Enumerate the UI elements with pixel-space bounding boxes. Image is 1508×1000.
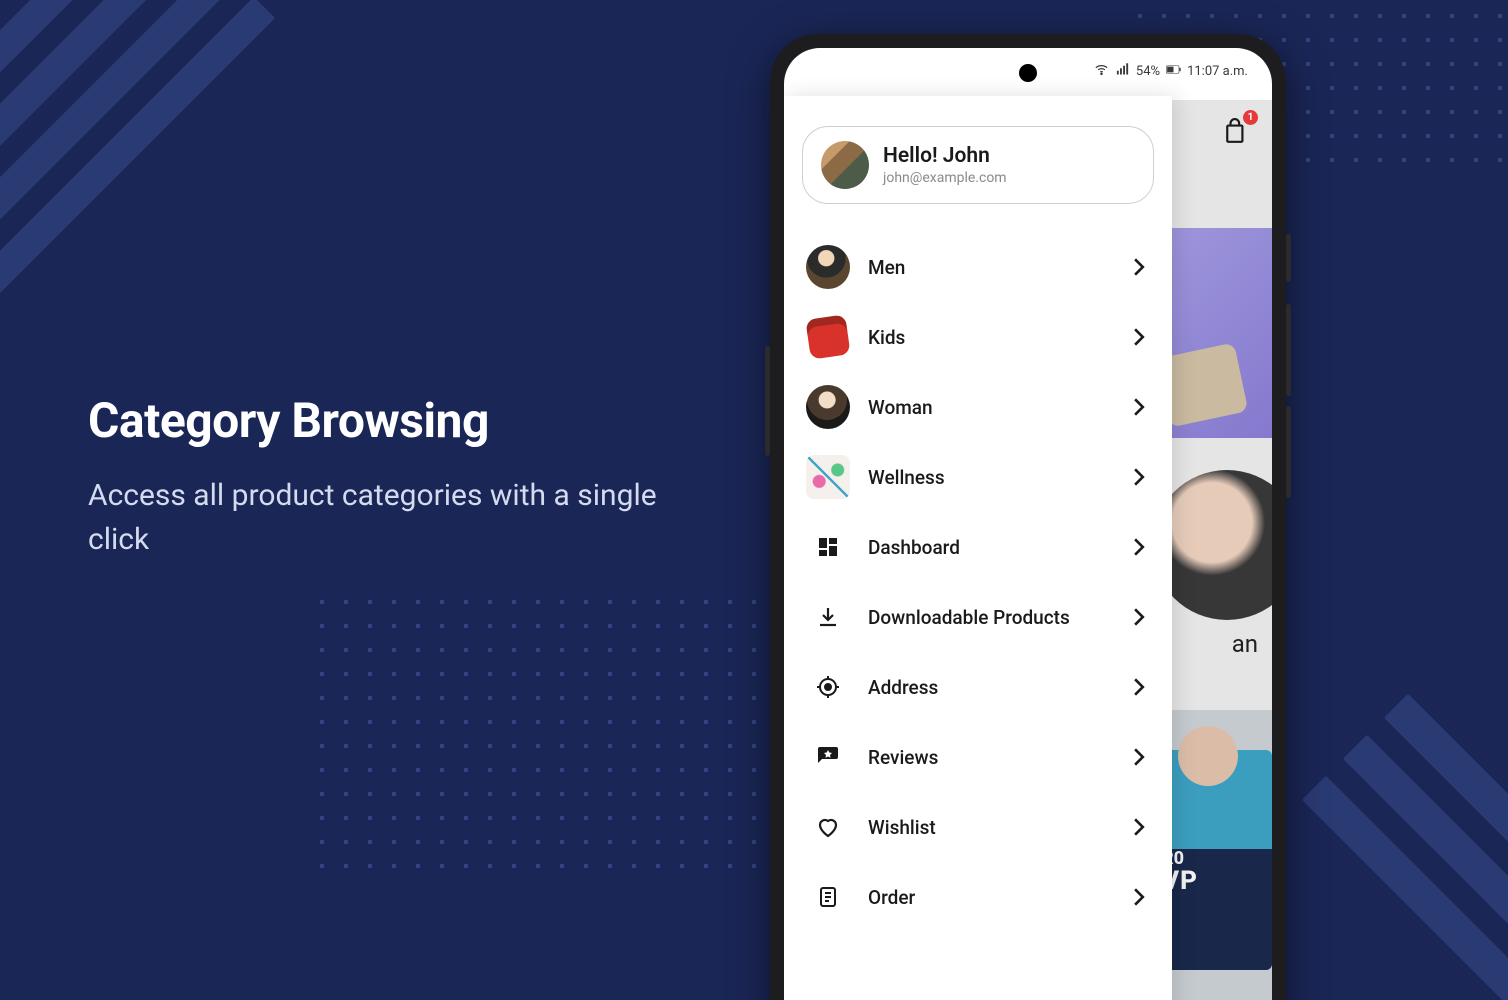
user-card[interactable]: Hello! John john@example.com (802, 126, 1154, 204)
promo-subheading: Access all product categories with a sin… (88, 474, 668, 561)
menu-label: Address (868, 676, 1110, 699)
category-label: an (1232, 630, 1258, 658)
cart-badge: 1 (1243, 110, 1258, 125)
avatar (821, 141, 869, 189)
menu-label: Reviews (868, 746, 1110, 769)
battery-percent: 54% (1136, 64, 1160, 79)
category-men[interactable]: Men (794, 232, 1162, 302)
nav-reviews[interactable]: Reviews (794, 722, 1162, 792)
heart-icon (806, 805, 850, 849)
wellness-thumb-icon (806, 455, 850, 499)
chevron-right-icon (1128, 886, 1150, 908)
men-thumb-icon (806, 245, 850, 289)
menu-label: Men (868, 256, 1110, 279)
menu-label: Woman (868, 396, 1110, 419)
decorative-stripes (0, 0, 367, 407)
signal-icon (1115, 62, 1130, 81)
promo-heading: Category Browsing (88, 392, 489, 449)
dashboard-icon (806, 525, 850, 569)
chevron-right-icon (1128, 676, 1150, 698)
kids-thumb-icon (806, 315, 850, 359)
order-icon (806, 875, 850, 919)
camera-hole (1019, 64, 1037, 82)
nav-downloads[interactable]: Downloadable Products (794, 582, 1162, 652)
menu-label: Kids (868, 326, 1110, 349)
menu-label: Dashboard (868, 536, 1110, 559)
user-email: john@example.com (883, 170, 1007, 186)
menu-label: Order (868, 886, 1110, 909)
chevron-right-icon (1128, 816, 1150, 838)
status-bar: 54% 11:07 a.m. (1094, 62, 1248, 81)
battery-icon (1166, 62, 1181, 81)
chevron-right-icon (1128, 536, 1150, 558)
category-kids[interactable]: Kids (794, 302, 1162, 372)
chevron-right-icon (1128, 256, 1150, 278)
chevron-right-icon (1128, 606, 1150, 628)
phone-frame: 54% 11:07 a.m. an R0 VP (770, 34, 1286, 1000)
chevron-right-icon (1128, 466, 1150, 488)
nav-address[interactable]: Address (794, 652, 1162, 722)
chevron-right-icon (1128, 326, 1150, 348)
chevron-right-icon (1128, 396, 1150, 418)
category-woman[interactable]: Woman (794, 372, 1162, 442)
menu-label: Wellness (868, 466, 1110, 489)
wifi-icon (1094, 62, 1109, 81)
chevron-right-icon (1128, 746, 1150, 768)
download-icon (806, 595, 850, 639)
cart-button[interactable]: 1 (1220, 114, 1254, 148)
clock-time: 11:07 a.m. (1187, 64, 1248, 79)
nav-dashboard[interactable]: Dashboard (794, 512, 1162, 582)
nav-wishlist[interactable]: Wishlist (794, 792, 1162, 862)
location-icon (806, 665, 850, 709)
menu-label: Wishlist (868, 816, 1110, 839)
menu-label: Downloadable Products (868, 606, 1110, 629)
woman-thumb-icon (806, 385, 850, 429)
nav-drawer: Hello! John john@example.com Men Kids (784, 96, 1172, 1000)
user-greeting: Hello! John (883, 144, 1007, 168)
nav-order[interactable]: Order (794, 862, 1162, 932)
category-wellness[interactable]: Wellness (794, 442, 1162, 512)
reviews-icon (806, 735, 850, 779)
phone-screen: 54% 11:07 a.m. an R0 VP (784, 48, 1272, 1000)
